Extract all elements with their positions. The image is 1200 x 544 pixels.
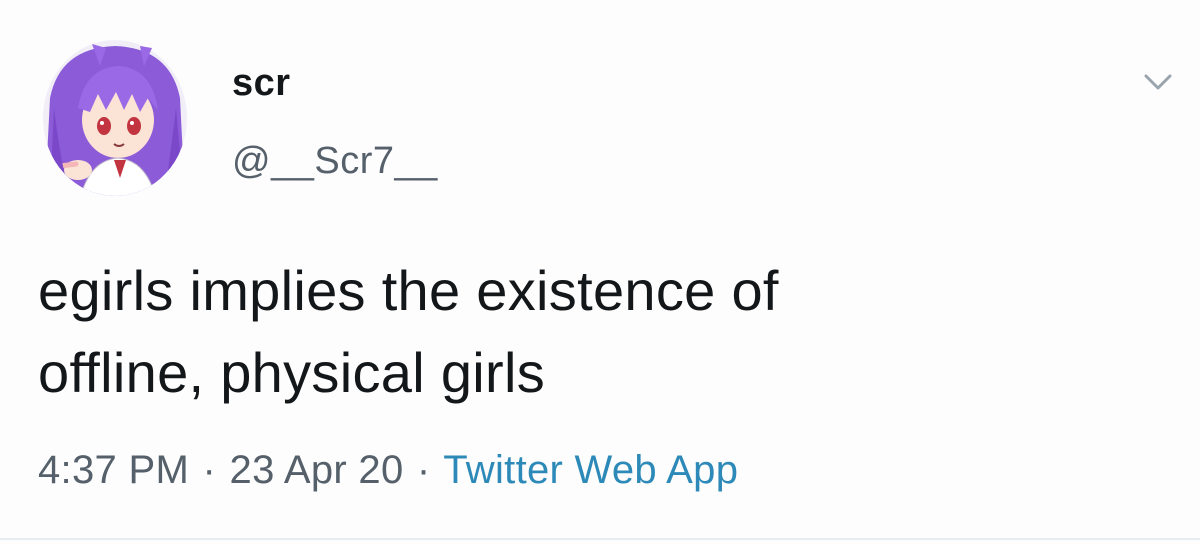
avatar[interactable] <box>40 38 190 198</box>
meta-separator: · <box>202 448 217 492</box>
tweet-source-link[interactable]: Twitter Web App <box>443 448 738 492</box>
tweet-date[interactable]: 23 Apr 20 <box>230 448 404 492</box>
tweet-meta: 4:37 PM · 23 Apr 20 · Twitter Web App <box>38 448 738 493</box>
tweet-text-line: egirls implies the existence of <box>38 259 779 322</box>
user-handle[interactable]: @__Scr7__ <box>232 140 438 183</box>
display-name[interactable]: scr <box>232 62 291 105</box>
divider <box>0 538 1200 540</box>
chevron-down-icon[interactable] <box>1138 68 1178 98</box>
tweet-time[interactable]: 4:37 PM <box>38 448 189 492</box>
tweet-card: scr @__Scr7__ egirls implies the existen… <box>0 0 1200 544</box>
tweet-text-line: offline, physical girls <box>38 341 545 404</box>
meta-separator: · <box>416 448 431 492</box>
tweet-text: egirls implies the existence of offline,… <box>38 250 1158 414</box>
anime-avatar-icon <box>43 40 187 196</box>
